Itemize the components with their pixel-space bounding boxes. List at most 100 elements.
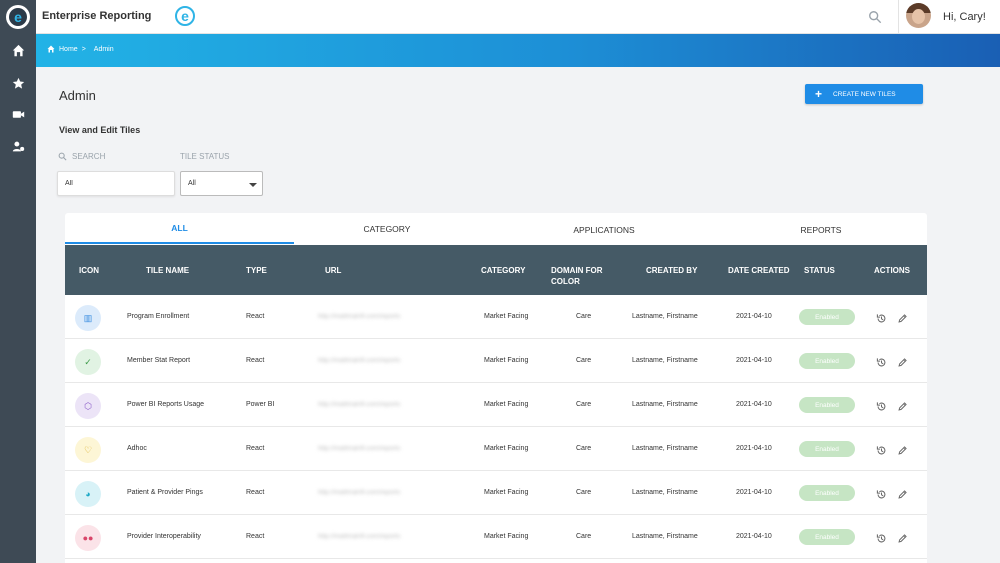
app-logo[interactable]: e xyxy=(6,5,30,29)
tile-domain: Care xyxy=(576,489,592,496)
tile-status-value: All xyxy=(188,180,196,187)
avatar[interactable] xyxy=(906,3,931,28)
tile-type: React xyxy=(246,533,265,540)
tile-status-label: TILE STATUS xyxy=(180,152,230,161)
history-icon[interactable] xyxy=(876,487,887,499)
tile-created-by: Lastname, Firstname xyxy=(632,313,698,320)
col-domain[interactable]: DOMAIN FOR COLOR xyxy=(551,265,621,287)
col-url[interactable]: URL xyxy=(325,265,341,276)
tile-type: React xyxy=(246,357,265,364)
tile-created-by: Lastname, Firstname xyxy=(632,357,698,364)
col-created-by[interactable]: CREATED BY xyxy=(646,265,697,276)
tab-bar: ALL CATEGORY APPLICATIONS REPORTS xyxy=(65,213,927,244)
tile-status-select[interactable]: All xyxy=(180,171,263,196)
tile-name: Patient & Provider Pings xyxy=(127,489,203,496)
col-tile-name[interactable]: TILE NAME xyxy=(146,265,189,276)
table-row[interactable]: ⬡ Power BI Reports Usage Power BI http://ma… xyxy=(65,383,927,427)
col-icon: ICON xyxy=(79,266,99,275)
tile-name: Member Stat Report xyxy=(127,357,191,364)
chart-icon: ▥ xyxy=(75,305,101,331)
create-new-tiles-button[interactable]: + CREATE NEW TILES xyxy=(805,84,923,104)
tile-category: Market Facing xyxy=(484,489,529,496)
tile-domain: Care xyxy=(576,445,592,452)
status-badge[interactable]: Enabled xyxy=(799,441,855,457)
table-row[interactable]: ♡ Adhoc React http://mattmainfl.com/reports… xyxy=(65,427,927,471)
tile-icon-glyph: ◕ xyxy=(85,488,91,499)
tile-url: http://mattmainfl.com/reports xyxy=(318,313,401,320)
history-icon[interactable] xyxy=(876,311,887,323)
tile-type: React xyxy=(246,445,265,452)
col-type[interactable]: TYPE xyxy=(246,265,267,276)
tile-name: Adhoc xyxy=(127,445,147,452)
home-icon[interactable] xyxy=(47,45,55,53)
edit-icon[interactable] xyxy=(897,399,908,411)
tile-icon-glyph: ▥ xyxy=(83,312,93,323)
tab-all[interactable]: ALL xyxy=(65,213,294,244)
tile-date-created: 2021-04-10 xyxy=(736,445,772,452)
tile-category: Market Facing xyxy=(484,313,529,320)
search-label-text: SEARCH xyxy=(72,152,106,161)
tile-date-created: 2021-04-10 xyxy=(736,533,772,540)
star-icon[interactable] xyxy=(0,73,36,93)
app-title: Enterprise Reporting xyxy=(42,10,152,22)
table-row[interactable]: ▥ Program Enrollment React http://mattmainf… xyxy=(65,295,927,339)
history-icon[interactable] xyxy=(876,531,887,543)
breadcrumb-current: Admin xyxy=(93,45,114,53)
breadcrumb-banner: Home > Admin xyxy=(36,34,1000,67)
stethoscope-icon: ♡ xyxy=(75,437,101,463)
table-row[interactable]: ●● Provider Interoperability React http://m… xyxy=(65,515,927,559)
tile-icon-glyph: ●● xyxy=(82,532,94,543)
group-icon: ●● xyxy=(75,525,101,551)
status-badge[interactable]: Enabled xyxy=(799,309,855,325)
history-icon[interactable] xyxy=(876,355,887,367)
edit-icon[interactable] xyxy=(897,355,908,367)
cube-icon: ⬡ xyxy=(75,393,101,419)
tile-type: React xyxy=(246,313,265,320)
search-icon[interactable] xyxy=(868,10,882,24)
edit-icon[interactable] xyxy=(897,531,908,543)
tile-url: http://mattmainfl.com/reports xyxy=(318,445,401,452)
tile-date-created: 2021-04-10 xyxy=(736,313,772,320)
search-label: SEARCH xyxy=(58,152,105,161)
tab-category[interactable]: CATEGORY xyxy=(294,213,480,244)
create-button-label: CREATE NEW TILES xyxy=(833,90,896,98)
history-icon[interactable] xyxy=(876,399,887,411)
tile-created-by: Lastname, Firstname xyxy=(632,401,698,408)
col-status[interactable]: STATUS xyxy=(804,265,835,276)
pie-chart-icon: ◕ xyxy=(75,481,101,507)
video-icon[interactable] xyxy=(0,104,36,124)
tile-type: React xyxy=(246,489,265,496)
status-badge[interactable]: Enabled xyxy=(799,485,855,501)
tile-created-by: Lastname, Firstname xyxy=(632,533,698,540)
search-input[interactable] xyxy=(57,171,175,196)
tile-url: http://mattmainfl.com/reports xyxy=(318,357,401,364)
left-nav-rail: e xyxy=(0,0,36,563)
tile-category: Market Facing xyxy=(484,401,529,408)
status-badge[interactable]: Enabled xyxy=(799,397,855,413)
edit-icon[interactable] xyxy=(897,311,908,323)
status-badge[interactable]: Enabled xyxy=(799,529,855,545)
edit-icon[interactable] xyxy=(897,487,908,499)
search-icon xyxy=(58,152,67,161)
tab-applications[interactable]: APPLICATIONS xyxy=(520,214,688,245)
col-category[interactable]: CATEGORY xyxy=(481,265,525,276)
table-row[interactable]: ◕ Patient & Provider Pings React http://mat… xyxy=(65,471,927,515)
tile-icon-glyph: ⬡ xyxy=(84,400,92,411)
edit-icon[interactable] xyxy=(897,443,908,455)
tile-date-created: 2021-04-10 xyxy=(736,357,772,364)
table-header: ICON TILE NAME TYPE URL CATEGORY DOMAIN … xyxy=(65,245,927,295)
status-badge[interactable]: Enabled xyxy=(799,353,855,369)
top-bar: Enterprise Reporting e Hi, Cary! xyxy=(36,0,1000,34)
tile-category: Market Facing xyxy=(484,533,529,540)
breadcrumb-home[interactable]: Home xyxy=(59,46,78,53)
history-icon[interactable] xyxy=(876,443,887,455)
table-row[interactable]: ✓ Member Stat Report React http://mattmainf… xyxy=(65,339,927,383)
tile-name: Power BI Reports Usage xyxy=(127,401,205,408)
tile-url: http://mattmainfl.com/reports xyxy=(318,489,401,496)
user-settings-icon[interactable] xyxy=(0,136,36,156)
tile-date-created: 2021-04-10 xyxy=(736,489,772,496)
tab-reports[interactable]: REPORTS xyxy=(741,214,901,245)
home-icon[interactable] xyxy=(0,40,36,60)
user-greeting[interactable]: Hi, Cary! xyxy=(943,11,986,23)
col-date-created[interactable]: DATE CREATED xyxy=(728,265,789,276)
